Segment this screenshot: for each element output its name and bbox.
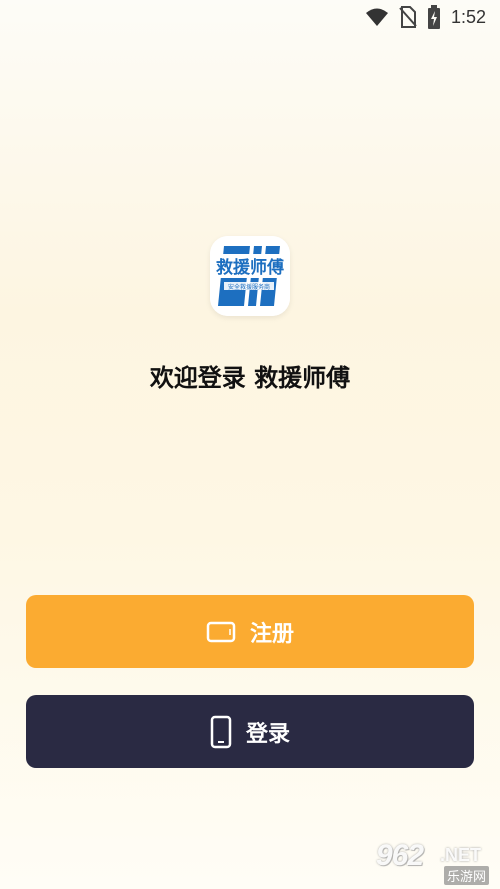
watermark-logo: 962 .NET 乐游网 [374,839,496,887]
battery-charging-icon [427,5,441,29]
login-label: 登录 [245,721,290,747]
wifi-icon [365,7,389,27]
clock-time: 1:52 [450,6,486,27]
status-bar: 1:52 [0,0,500,34]
watermark-net: .NET [440,845,482,865]
welcome-title: 欢迎登录 救援师傅 [149,364,351,392]
watermark-main: 962 [376,839,424,872]
register-button[interactable]: 注册 [26,595,474,668]
watermark-sub: 乐游网 [444,866,490,885]
app-logo-subtext: 安全救援服务商 [228,283,270,291]
no-sim-icon [399,6,417,28]
phone-icon [210,715,232,749]
tablet-landscape-icon [206,620,236,644]
login-button[interactable]: 登录 [26,695,474,768]
register-label: 注册 [249,621,294,647]
app-logo-text: 救援师傅 [216,257,284,278]
app-logo: 救援师傅 安全救援服务商 [210,236,290,316]
